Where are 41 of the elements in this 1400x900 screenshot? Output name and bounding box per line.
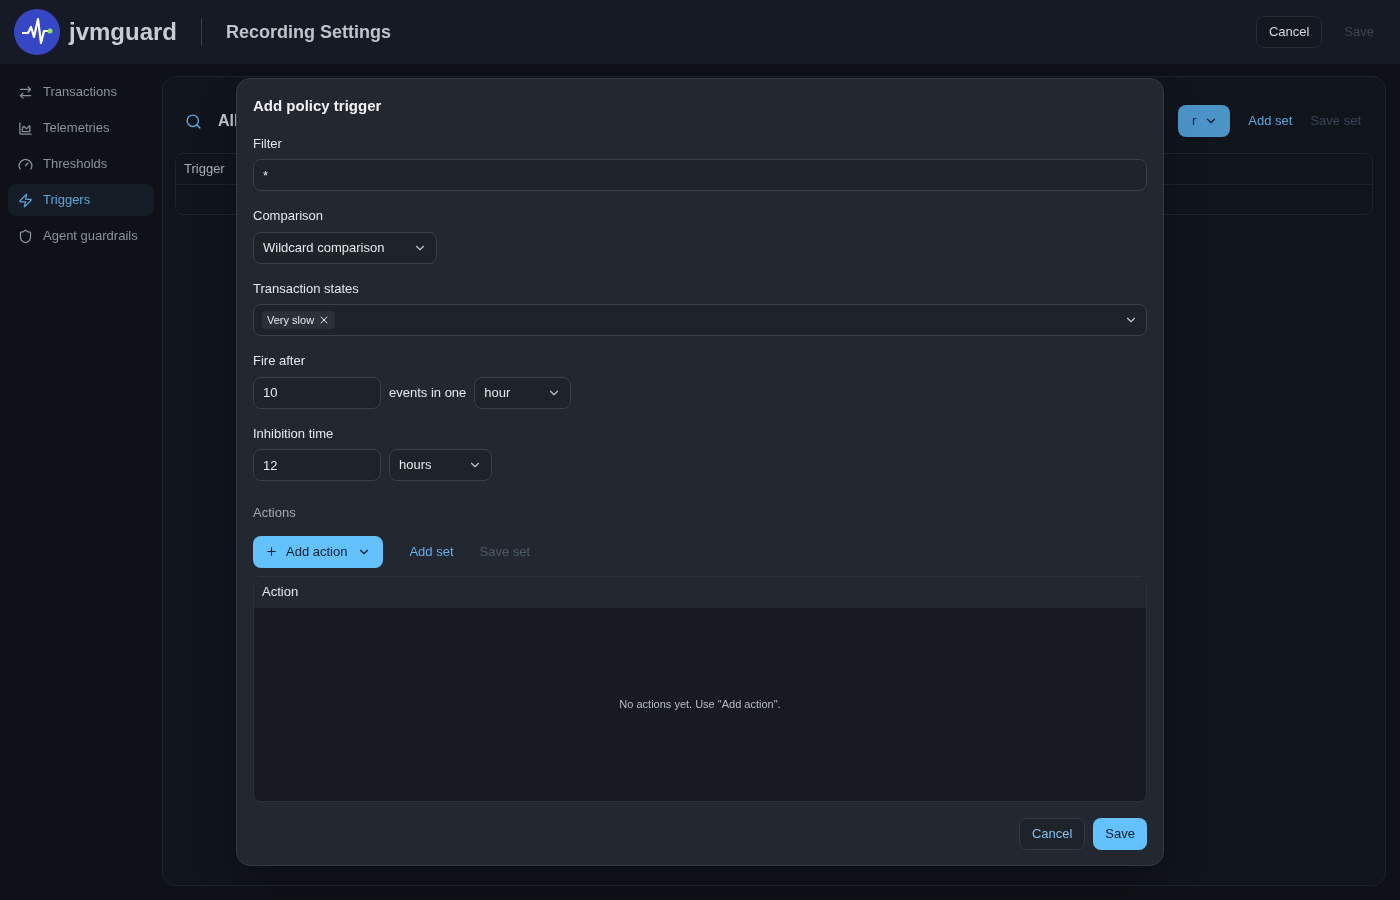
input-field[interactable]: 10 [253, 376, 381, 409]
cancel-button[interactable]: Cancel [1018, 817, 1086, 850]
field-label: Transaction states [253, 279, 360, 298]
cancel-button[interactable]: Cancel [1255, 16, 1323, 48]
lightning-icon [18, 192, 33, 208]
sidebar-item[interactable]: Agent guardrails [8, 220, 154, 252]
search-icon [185, 112, 202, 130]
field-label: Inhibition time [253, 424, 335, 443]
add-button[interactable]: r [1177, 105, 1231, 137]
sidebar-item[interactable]: Transactions [8, 76, 154, 108]
sidebar-item[interactable]: Triggers [8, 184, 154, 216]
empty-message: No actions yet. Use "Add action". [619, 696, 781, 712]
field-text: events in one [389, 383, 467, 402]
gauge-icon [18, 156, 33, 172]
input-field[interactable]: 12 [253, 449, 381, 481]
brand-name: jvmguard [69, 17, 178, 47]
link[interactable]: Add set [409, 541, 454, 562]
field-label: Fire after [253, 352, 306, 370]
area-chart-icon [18, 120, 33, 136]
sidebar-item[interactable]: Thresholds [8, 148, 154, 180]
arrows-icon [18, 84, 33, 100]
input-field[interactable]: * [253, 159, 1147, 191]
logo-icon [14, 9, 60, 55]
column-header: Action [262, 583, 299, 602]
add-action-button[interactable]: Add action [253, 535, 384, 568]
page-title: Recording Settings [226, 20, 392, 44]
dropdown[interactable]: hours [389, 449, 492, 481]
save-button[interactable]: Save [1093, 817, 1147, 850]
dropdown[interactable]: Wildcard comparison [253, 231, 437, 264]
multi-select[interactable]: Very slow [253, 304, 1147, 336]
dropdown[interactable]: hour [474, 376, 572, 409]
link[interactable]: Add set [1248, 111, 1293, 131]
tag: Very slow [262, 311, 336, 329]
shield-icon [18, 228, 33, 244]
dialog-title: Add policy trigger [253, 96, 383, 116]
plus-icon [265, 545, 278, 558]
column-header: Trigger [184, 160, 225, 179]
section-label: Actions [253, 504, 297, 522]
sidebar-item[interactable]: Telemetries [8, 112, 154, 144]
field-label: Filter [253, 134, 283, 153]
field-label: Comparison [253, 207, 325, 225]
